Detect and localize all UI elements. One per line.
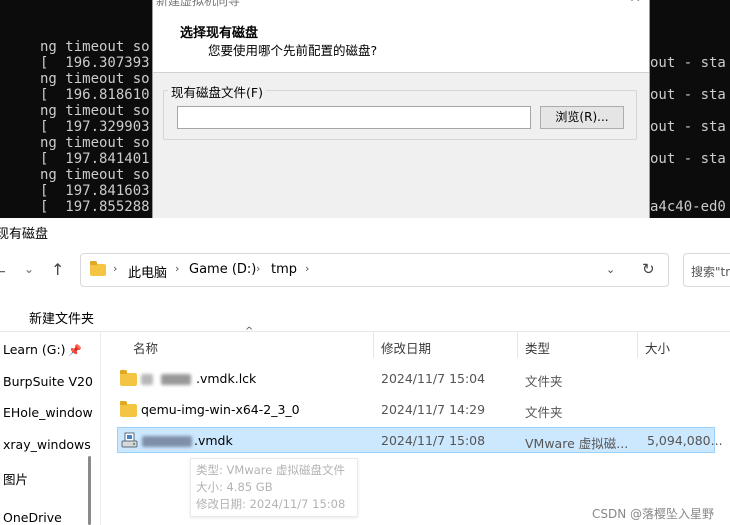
- column-header-type[interactable]: 类型: [525, 338, 550, 357]
- nav-pane-divider: [100, 332, 101, 525]
- nav-item-xray[interactable]: xray_windows: [3, 437, 91, 452]
- file-type: VMware 虚拟磁...: [525, 436, 629, 451]
- sort-ascending-icon: ^: [245, 326, 254, 337]
- vmware-disk-icon: [121, 432, 138, 448]
- terminal-line: ng timeout so: [40, 167, 150, 183]
- wizard-titlebar: 新建虚拟机向导 ✕: [153, 0, 649, 12]
- column-separator[interactable]: [637, 332, 638, 358]
- browse-button[interactable]: 浏览(R)...: [540, 106, 624, 129]
- file-info-tooltip: 类型: VMware 虚拟磁盘文件 大小: 4.85 GB 修改日期: 2024…: [190, 458, 358, 517]
- folder-icon: [120, 370, 137, 386]
- pin-icon: 📌: [68, 344, 82, 357]
- breadcrumb-game-drive[interactable]: Game (D:): [189, 262, 256, 277]
- refresh-icon[interactable]: ↻: [642, 260, 655, 278]
- terminal-line: ng timeout so: [40, 39, 150, 55]
- wizard-subheading: 您要使用哪个先前配置的磁盘?: [208, 43, 378, 58]
- folder-icon: [90, 261, 106, 276]
- terminal-line: [ 197.841603: [40, 183, 150, 199]
- redacted-name: [142, 436, 192, 447]
- chevron-right-icon[interactable]: ›: [113, 262, 117, 275]
- search-input[interactable]: 搜索"tmp": [683, 253, 730, 287]
- terminal-line: [ 196.307393: [40, 55, 150, 71]
- file-type: 文件夹: [525, 405, 563, 420]
- nav-item-burpsuite[interactable]: BurpSuite V20: [3, 374, 93, 389]
- column-header-modified[interactable]: 修改日期: [381, 338, 431, 357]
- dialog-title: 现有磁盘: [0, 227, 49, 242]
- redacted-name: [161, 374, 191, 385]
- file-name: .vmdk.lck: [196, 371, 257, 386]
- column-separator[interactable]: [373, 332, 374, 358]
- terminal-line: ng timeout so: [40, 135, 150, 151]
- chevron-right-icon[interactable]: ›: [175, 262, 179, 275]
- new-folder-button[interactable]: 新建文件夹: [29, 308, 94, 327]
- terminal-line-right: out - sta: [650, 55, 726, 71]
- terminal-line-right: a4c40-ed0: [650, 199, 726, 215]
- wizard-header: 选择现有磁盘 您要使用哪个先前配置的磁盘?: [153, 12, 649, 73]
- search-placeholder: 搜索"tmp": [691, 265, 730, 279]
- terminal-line-right: out - sta: [650, 119, 726, 135]
- column-header-size[interactable]: 大小: [645, 338, 670, 357]
- chevron-down-icon[interactable]: ⌄: [606, 263, 615, 276]
- file-modified: 2024/11/7 14:29: [381, 402, 486, 417]
- recent-locations-chevron-icon[interactable]: ⌄: [24, 262, 34, 276]
- toolbar-divider: [0, 331, 730, 332]
- tooltip-size: 大小: 4.85 GB: [196, 480, 273, 494]
- terminal-line: [ 196.818610: [40, 87, 150, 103]
- tooltip-modified: 修改日期: 2024/11/7 15:08: [196, 497, 346, 511]
- folder-icon: [120, 401, 137, 417]
- table-row-selected[interactable]: .vmdk 2024/11/7 15:08 VMware 虚拟磁... 5,09…: [117, 427, 723, 453]
- wizard-title: 新建虚拟机向导: [156, 0, 241, 8]
- close-icon[interactable]: ✕: [629, 0, 641, 6]
- file-open-dialog: 现有磁盘 ← ⌄ ↑ › 此电脑 › Game (D:) › tmp › ⌄ ↻…: [0, 218, 730, 525]
- chevron-right-icon[interactable]: ›: [256, 262, 260, 275]
- breadcrumb-this-pc[interactable]: 此电脑: [128, 262, 167, 281]
- redacted-name: [141, 374, 153, 385]
- terminal-line: [ 197.841401: [40, 151, 150, 167]
- address-bar[interactable]: › 此电脑 › Game (D:) › tmp › ⌄ ↻: [80, 253, 669, 287]
- nav-item-learn-drive[interactable]: Learn (G:): [3, 342, 66, 357]
- table-row[interactable]: .vmdk.lck 2024/11/7 15:04 文件夹: [117, 366, 715, 392]
- terminal-line: ng timeout so: [40, 71, 150, 87]
- breadcrumb-tmp[interactable]: tmp: [271, 262, 297, 277]
- terminal-line-right: out - sta: [650, 151, 726, 167]
- column-separator[interactable]: [517, 332, 518, 358]
- watermark: CSDN @落樱坠入星野: [592, 507, 715, 521]
- nav-item-onedrive[interactable]: OneDrive: [3, 510, 62, 525]
- back-arrow-icon[interactable]: ←: [0, 264, 6, 280]
- nav-item-pictures[interactable]: 图片: [3, 469, 28, 488]
- column-header-name[interactable]: 名称: [133, 338, 158, 357]
- terminal-line: ng timeout so: [40, 103, 150, 119]
- chevron-right-icon[interactable]: ›: [305, 262, 309, 275]
- table-row[interactable]: qemu-img-win-x64-2_3_0 2024/11/7 14:29 文…: [117, 397, 715, 423]
- file-name: qemu-img-win-x64-2_3_0: [141, 402, 300, 417]
- up-arrow-icon[interactable]: ↑: [51, 260, 64, 279]
- existing-disk-label: 现有磁盘文件(F): [168, 82, 266, 101]
- file-size: 5,094,080...: [647, 433, 723, 448]
- terminal-line-right: out - sta: [650, 87, 726, 103]
- file-modified: 2024/11/7 15:08: [381, 433, 486, 448]
- file-name: .vmdk: [194, 433, 233, 448]
- file-modified: 2024/11/7 15:04: [381, 371, 486, 386]
- terminal-line: [ 197.329903: [40, 119, 150, 135]
- file-type: 文件夹: [525, 374, 563, 389]
- nav-item-ehole[interactable]: EHole_window: [3, 405, 93, 420]
- terminal-line: [ 197.855288: [40, 199, 150, 215]
- new-vm-wizard-dialog: 新建虚拟机向导 ✕ 选择现有磁盘 您要使用哪个先前配置的磁盘? 现有磁盘文件(F…: [152, 0, 650, 218]
- disk-path-input[interactable]: [177, 106, 531, 129]
- wizard-heading: 选择现有磁盘: [180, 26, 259, 41]
- nav-scrollbar[interactable]: [88, 456, 91, 525]
- tooltip-type: 类型: VMware 虚拟磁盘文件: [196, 463, 345, 477]
- wizard-footer: [153, 155, 649, 218]
